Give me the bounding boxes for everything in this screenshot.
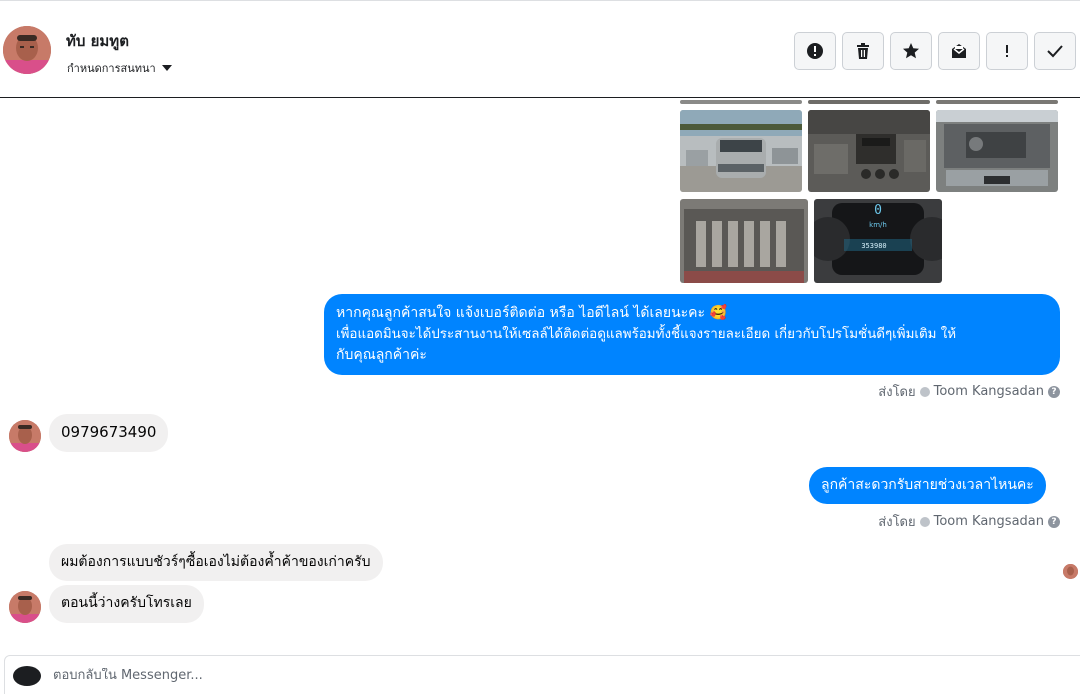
contact-avatar[interactable] [3, 26, 51, 74]
mark-unread-button[interactable] [938, 32, 980, 70]
car-photo[interactable] [808, 100, 930, 104]
verified-check-icon [919, 386, 930, 397]
sent-by-prefix: ส่งโดย [878, 515, 916, 530]
seen-avatar [1063, 564, 1078, 579]
incoming-message: ตอนนี้ว่างครับโทรเลย [49, 585, 204, 623]
car-photo[interactable] [680, 100, 802, 104]
alert-circle-icon [807, 43, 823, 59]
verified-check-icon [919, 516, 930, 527]
car-photo[interactable] [936, 100, 1058, 104]
assign-conversation-dropdown[interactable]: กำหนดการสนทนา [67, 59, 172, 77]
trash-icon [857, 43, 869, 59]
spam-button[interactable] [794, 32, 836, 70]
sent-by-label: ส่งโดย Toom Kangsadan ? [878, 381, 1060, 402]
follow-up-button[interactable] [986, 32, 1028, 70]
conversation-header: ทับ ยมทูต กำหนดการสนทนา [0, 0, 1080, 98]
star-button[interactable] [890, 32, 932, 70]
caret-down-icon [161, 65, 172, 71]
sent-by-prefix: ส่งโดย [878, 385, 916, 400]
sent-by-agent[interactable]: Toom Kangsadan [934, 384, 1044, 399]
checkmark-icon [1047, 45, 1063, 58]
contact-avatar-small[interactable] [9, 420, 41, 452]
assign-label: กำหนดการสนทนา [67, 62, 156, 75]
sent-by-label: ส่งโดย Toom Kangsadan ? [878, 511, 1060, 532]
envelope-icon [952, 44, 966, 58]
help-icon[interactable]: ? [1048, 385, 1060, 398]
car-photo[interactable] [680, 199, 808, 283]
sent-by-agent[interactable]: Toom Kangsadan [934, 514, 1044, 529]
reply-composer [4, 655, 1080, 694]
message-line: หากคุณลูกค้าสนใจ แจ้งเบอร์ติดต่อ หรือ ไอ… [336, 305, 727, 321]
car-photo[interactable] [936, 110, 1058, 192]
exclamation-icon [1006, 45, 1008, 57]
contact-avatar-small[interactable] [9, 591, 41, 623]
car-photo[interactable] [808, 110, 930, 192]
star-icon [903, 43, 919, 59]
help-icon[interactable]: ? [1048, 515, 1060, 528]
message-line: เพื่อแอดมินจะได้ประสานงานให้เซลล์ได้ติดต… [336, 327, 957, 342]
reply-input[interactable] [53, 668, 653, 683]
message-line: กับคุณลูกค้าค่ะ [336, 347, 427, 363]
outgoing-message: ลูกค้าสะดวกรับสายช่วงเวลาไหนคะ [809, 467, 1046, 504]
incoming-message: 0979673490 [49, 414, 169, 452]
dashboard-odometer: 353980 [861, 242, 887, 250]
dashboard-unit: km/h [869, 221, 887, 229]
incoming-message: ผมต้องการแบบชัวร์ๆซื้อเองไม่ต้องค้ำค้าขอ… [49, 544, 383, 581]
dashboard-speed: 0 [874, 203, 882, 218]
delete-button[interactable] [842, 32, 884, 70]
car-photo[interactable] [680, 110, 802, 192]
header-actions [794, 32, 1076, 70]
outgoing-message: หากคุณลูกค้าสนใจ แจ้งเบอร์ติดต่อ หรือ ไอ… [324, 294, 1060, 375]
page-logo-icon [13, 666, 41, 686]
contact-name[interactable]: ทับ ยมทูต [66, 29, 129, 53]
mark-done-button[interactable] [1034, 32, 1076, 70]
